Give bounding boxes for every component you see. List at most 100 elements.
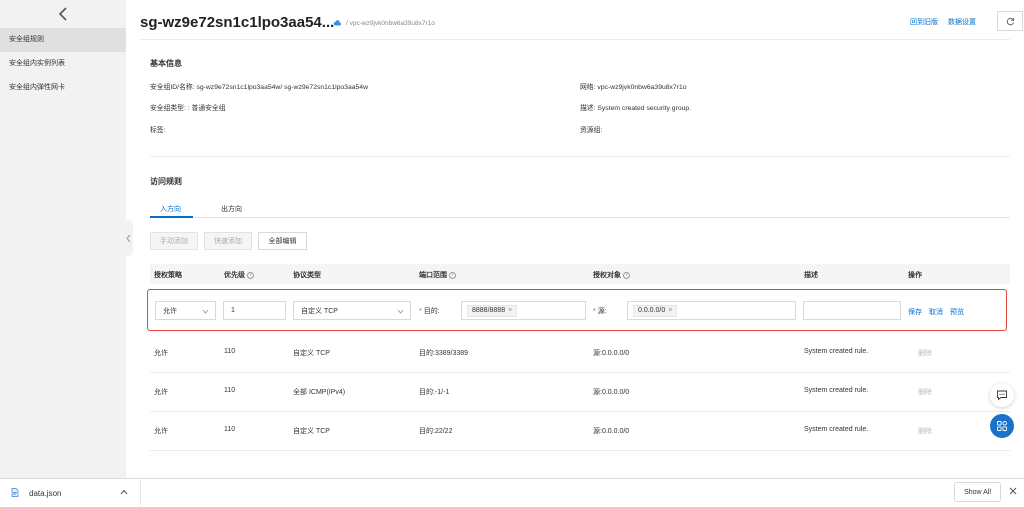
table-cell-source: 源:0.0.0.0/0: [593, 350, 630, 357]
table-cell-port: 目的:-1/-1: [419, 389, 450, 396]
table-cell-policy: 允许: [154, 389, 168, 396]
col-priority-label: 优先级: [224, 272, 245, 279]
info-icon[interactable]: i: [247, 271, 254, 279]
back-to-old-version-link[interactable]: 回到旧版: [910, 17, 938, 27]
table-cell-protocol: 全部 ICMP(IPv4): [293, 389, 346, 396]
grid-apps-icon: [997, 421, 1007, 431]
table-cell-priority: 110: [224, 426, 236, 433]
table-cell-protocol: 自定义 TCP: [293, 350, 330, 357]
tab-bar-line: [150, 217, 1010, 218]
col-auth-label: 授权对象: [593, 272, 621, 279]
main-content: sg-wz9e72sn1c1lpo3aa54... / vpc-wz9jvk0n…: [126, 0, 1024, 478]
table-header: [150, 264, 1010, 284]
col-port-label: 端口范围: [419, 272, 447, 279]
delete-link[interactable]: 删除: [918, 426, 932, 436]
policy-select[interactable]: 允许: [155, 301, 216, 320]
chat-icon: [997, 390, 1007, 401]
download-separator: [140, 481, 141, 505]
col-port-range: 端口范围 i: [419, 270, 456, 280]
section-divider: [150, 156, 1010, 157]
remove-tag-icon[interactable]: ×: [508, 307, 512, 314]
table-cell-protocol: 自定义 TCP: [293, 428, 330, 435]
quick-add-button[interactable]: 快速添加: [204, 232, 252, 250]
chevron-down-icon: [397, 309, 404, 314]
port-range-input[interactable]: 8888/8888 ×: [461, 301, 586, 320]
sidebar-item-rules[interactable]: 安全组规则: [0, 28, 126, 52]
chevron-left-icon: [58, 7, 67, 21]
col-priority: 优先级 i: [224, 270, 254, 280]
dest-label: * 目的:: [419, 308, 440, 315]
sidebar-item-enis[interactable]: 安全组内弹性网卡: [0, 76, 126, 100]
manual-add-button[interactable]: 手动添加: [150, 232, 198, 250]
source-tag-text: 0.0.0.0/0: [638, 307, 666, 314]
resource-group-field: 资源组:: [580, 127, 603, 134]
download-bar: [0, 478, 1024, 507]
description-field: 描述: System created security group.: [580, 105, 692, 112]
sidebar-item-instances[interactable]: 安全组内实例列表: [0, 52, 126, 76]
file-icon: [11, 488, 19, 497]
sidebar: 安全组规则 安全组内实例列表 安全组内弹性网卡: [0, 0, 126, 478]
page-header: sg-wz9e72sn1c1lpo3aa54... / vpc-wz9jvk0n…: [140, 10, 1023, 40]
source-label: * 源:: [593, 308, 607, 315]
security-group-type: 安全组类型: : 普通安全组: [150, 105, 226, 112]
row-divider: [150, 372, 1010, 373]
refresh-button[interactable]: [997, 11, 1023, 31]
table-cell-description: System created rule.: [804, 348, 869, 355]
source-label-text: 源:: [597, 308, 607, 315]
show-all-button[interactable]: Show All: [954, 482, 1001, 502]
table-cell-source: 源:0.0.0.0/0: [593, 428, 630, 435]
vpc-breadcrumb[interactable]: / vpc-wz9jvk0nbw6a39u8x7r1o: [346, 20, 435, 27]
protocol-select[interactable]: 自定义 TCP: [293, 301, 411, 320]
data-settings-link[interactable]: 数据设置: [948, 17, 976, 27]
priority-input[interactable]: 1: [223, 301, 286, 320]
preview-link[interactable]: 预览: [950, 307, 964, 317]
source-input[interactable]: 0.0.0.0/0 ×: [627, 301, 796, 320]
remove-tag-icon[interactable]: ×: [668, 307, 672, 314]
table-cell-policy: 允许: [154, 428, 168, 435]
source-tag: 0.0.0.0/0 ×: [633, 304, 678, 317]
network-field: 网络: vpc-wz9jvk0nbw6a39u8x7r1o: [580, 84, 687, 91]
port-tag: 8888/8888 ×: [467, 304, 518, 317]
chevron-down-icon: [202, 309, 209, 314]
col-protocol: 协议类型: [293, 272, 321, 279]
basic-info-title: 基本信息: [150, 59, 182, 68]
row-divider: [150, 450, 1010, 451]
table-cell-priority: 110: [224, 348, 236, 355]
info-icon[interactable]: i: [623, 271, 630, 279]
table-cell-source: 源:0.0.0.0/0: [593, 389, 630, 396]
col-description: 描述: [804, 272, 818, 279]
cancel-link[interactable]: 取消: [929, 307, 943, 317]
tab-outbound[interactable]: 出方向: [221, 204, 242, 214]
cloud-icon: [333, 20, 341, 26]
port-tag-text: 8888/8888: [472, 307, 506, 314]
table-cell-policy: 允许: [154, 350, 168, 357]
table-cell-description: System created rule.: [804, 387, 869, 394]
close-icon[interactable]: [1008, 486, 1018, 496]
policy-select-value: 允许: [163, 307, 177, 315]
chat-button[interactable]: [990, 383, 1014, 407]
refresh-icon: [1006, 17, 1014, 25]
security-group-id-name: 安全组ID/名称: sg-wz9e72sn1c1lpo3aa54w/ sg-wz…: [150, 84, 368, 91]
delete-link[interactable]: 删除: [918, 348, 932, 358]
access-rules-title: 访问规则: [150, 177, 182, 186]
dest-label-text: 目的:: [423, 308, 440, 315]
tags-field: 标签:: [150, 127, 166, 134]
delete-link[interactable]: 删除: [918, 387, 932, 397]
chevron-up-icon[interactable]: [120, 489, 128, 495]
table-cell-port: 目的:3389/3389: [419, 350, 469, 357]
description-input[interactable]: [803, 301, 901, 320]
apps-button[interactable]: [990, 414, 1014, 438]
info-icon[interactable]: i: [449, 271, 456, 279]
page-title: sg-wz9e72sn1c1lpo3aa54...: [140, 14, 335, 31]
col-auth-object: 授权对象 i: [593, 270, 630, 280]
table-cell-port: 目的:22/22: [419, 428, 453, 435]
table-cell-priority: 110: [224, 387, 236, 394]
active-tab-indicator: [150, 216, 193, 218]
back-button[interactable]: [0, 0, 126, 28]
save-link[interactable]: 保存: [908, 307, 922, 317]
row-divider: [150, 411, 1010, 412]
protocol-select-value: 自定义 TCP: [301, 307, 338, 315]
edit-all-button[interactable]: 全部编辑: [258, 232, 307, 250]
tab-inbound[interactable]: 入方向: [160, 204, 181, 214]
download-file-name[interactable]: data.json: [29, 489, 61, 498]
